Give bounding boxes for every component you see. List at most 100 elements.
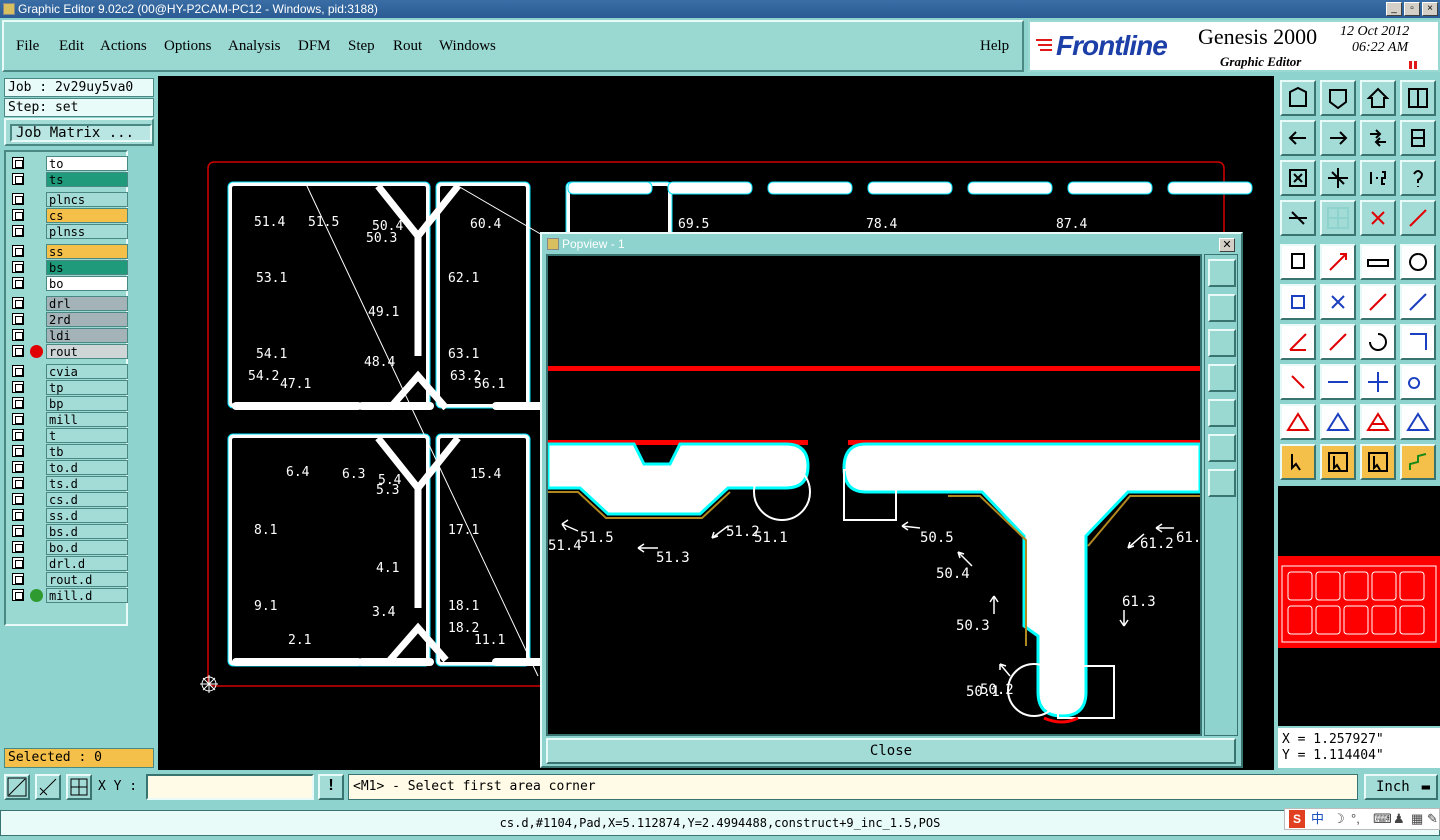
menu-windows[interactable]: Windows — [439, 38, 496, 55]
minimize-button[interactable]: _ — [1386, 2, 1402, 16]
popview-pan-left-icon[interactable] — [1208, 364, 1236, 392]
ime-toolbar[interactable]: S 中 ☽ °, ⌨ ♟ ▦ ✎ — [1284, 808, 1440, 830]
zoom-icon[interactable] — [1320, 160, 1356, 196]
layer-name[interactable]: bp — [46, 396, 128, 411]
open-job-icon[interactable] — [1280, 80, 1316, 116]
overview-map[interactable] — [1278, 486, 1440, 726]
layer-row-ss[interactable]: ss — [10, 244, 128, 259]
ime-settings-icon[interactable]: ✎ — [1427, 809, 1438, 829]
layer-checkbox[interactable] — [12, 381, 24, 393]
layer-row-bo[interactable]: bo — [10, 276, 128, 291]
connect-icon[interactable] — [1280, 284, 1316, 320]
popview-zoom-in-icon[interactable] — [1208, 434, 1236, 462]
menu-dfm[interactable]: DFM — [298, 38, 331, 55]
window-split-icon[interactable] — [1400, 80, 1436, 116]
move-icon[interactable] — [1360, 364, 1396, 400]
script-icon[interactable] — [1400, 120, 1436, 156]
menu-file[interactable]: File — [16, 38, 39, 55]
ruler-icon[interactable] — [1360, 244, 1396, 280]
job-matrix-button[interactable]: Job Matrix ... — [4, 118, 154, 146]
alert-icon[interactable]: ! — [318, 774, 344, 800]
layer-checkbox[interactable] — [12, 397, 24, 409]
layer-name[interactable]: ss — [46, 244, 128, 259]
tools-icon[interactable] — [1280, 200, 1316, 236]
layer-checkbox[interactable] — [12, 509, 24, 521]
layer-name[interactable]: t — [46, 428, 128, 443]
ime-keyboard-icon[interactable]: ⌨ — [1373, 809, 1392, 829]
layer-row-rout-d[interactable]: rout.d — [10, 572, 128, 587]
layer-row-mill-d[interactable]: mill.d — [10, 588, 128, 603]
layer-name[interactable]: tp — [46, 380, 128, 395]
popview-canvas[interactable]: 51.4 51.5 51.3 51.2 51.1 50.5 50.4 50.3 … — [546, 254, 1202, 736]
layer-checkbox[interactable] — [12, 589, 24, 601]
layer-name[interactable]: bs — [46, 260, 128, 275]
popview-close-icon[interactable]: ✕ — [1219, 238, 1235, 252]
layer-name[interactable]: 2rd — [46, 312, 128, 327]
layer-right-icon[interactable] — [1320, 120, 1356, 156]
layer-name[interactable]: ts.d — [46, 476, 128, 491]
layer-name[interactable]: bo.d — [46, 540, 128, 555]
layer-row-cvia[interactable]: cvia — [10, 364, 128, 379]
snap-icon[interactable] — [4, 774, 30, 800]
layer-checkbox[interactable] — [12, 365, 24, 377]
layer-row-cs[interactable]: cs — [10, 208, 128, 223]
menu-help[interactable]: Help — [980, 38, 1009, 55]
ime-user-icon[interactable]: ♟ — [1393, 809, 1405, 829]
layer-checkbox[interactable] — [12, 525, 24, 537]
angle-icon[interactable] — [1280, 324, 1316, 360]
menu-step[interactable]: Step — [348, 38, 375, 55]
layer-row-to[interactable]: to — [10, 156, 128, 171]
layer-checkbox[interactable] — [12, 157, 24, 169]
layer-checkbox[interactable] — [12, 193, 24, 205]
layer-checkbox[interactable] — [12, 277, 24, 289]
pointer-icon[interactable] — [1280, 444, 1316, 480]
ime-moon-icon[interactable]: ☽ — [1333, 809, 1345, 829]
pad-add-icon[interactable] — [1280, 364, 1316, 400]
popview-zoom-icon[interactable] — [1208, 259, 1236, 287]
tri-c-icon[interactable] — [1360, 404, 1396, 440]
layer-row-bs-d[interactable]: bs.d — [10, 524, 128, 539]
layer-name[interactable]: to.d — [46, 460, 128, 475]
measure-icon[interactable] — [35, 774, 61, 800]
layer-row-bp[interactable]: bp — [10, 396, 128, 411]
layer-row-plncs[interactable]: plncs — [10, 192, 128, 207]
layer-name[interactable]: tb — [46, 444, 128, 459]
route-icon[interactable] — [1400, 444, 1436, 480]
layer-checkbox[interactable] — [12, 493, 24, 505]
popview-pan-down-icon[interactable] — [1208, 329, 1236, 357]
menu-edit[interactable]: Edit — [59, 38, 84, 55]
menu-analysis[interactable]: Analysis — [228, 38, 281, 55]
pause-icon[interactable] — [1408, 60, 1418, 70]
popview-pan-right-icon[interactable] — [1208, 399, 1236, 427]
pointer-box-icon[interactable] — [1320, 444, 1356, 480]
help-icon[interactable] — [1400, 160, 1436, 196]
popview-pan-up-icon[interactable] — [1208, 294, 1236, 322]
layer-checkbox[interactable] — [12, 329, 24, 341]
layer-checkbox[interactable] — [12, 445, 24, 457]
feature-select-icon[interactable] — [1360, 200, 1396, 236]
dot-icon[interactable] — [1400, 244, 1436, 280]
layer-checkbox[interactable] — [12, 225, 24, 237]
popview-zoom-out-icon[interactable] — [1208, 469, 1236, 497]
layer-checkbox[interactable] — [12, 209, 24, 221]
line-color-icon[interactable] — [1320, 244, 1356, 280]
layer-row-ss-d[interactable]: ss.d — [10, 508, 128, 523]
layer-row-rout[interactable]: rout — [10, 344, 128, 359]
layer-checkbox[interactable] — [12, 173, 24, 185]
grid-view-icon[interactable] — [1320, 200, 1356, 236]
layer-row-ldi[interactable]: ldi — [10, 328, 128, 343]
layer-name[interactable]: cvia — [46, 364, 128, 379]
copy-icon[interactable] — [1400, 284, 1436, 320]
layer-checkbox[interactable] — [12, 313, 24, 325]
layer-name[interactable]: drl — [46, 296, 128, 311]
line-icon[interactable] — [1320, 324, 1356, 360]
layer-name[interactable]: cs.d — [46, 492, 128, 507]
tri-d-icon[interactable] — [1400, 404, 1436, 440]
layer-row-to-d[interactable]: to.d — [10, 460, 128, 475]
layer-row-tb[interactable]: tb — [10, 444, 128, 459]
layer-name[interactable]: ss.d — [46, 508, 128, 523]
layer-name[interactable]: ts — [46, 172, 128, 187]
save-icon[interactable] — [1320, 80, 1356, 116]
layer-name[interactable]: mill — [46, 412, 128, 427]
layer-row-mill[interactable]: mill — [10, 412, 128, 427]
